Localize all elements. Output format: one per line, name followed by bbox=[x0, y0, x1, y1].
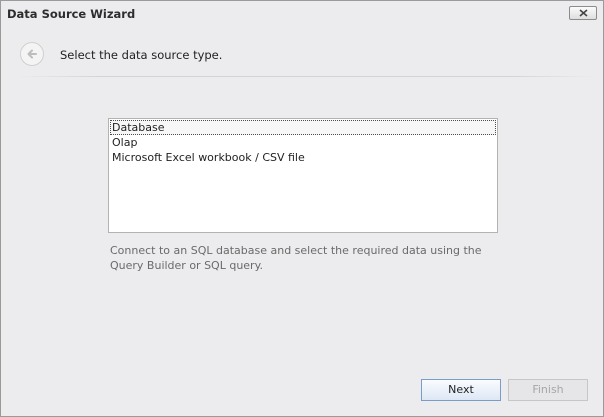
next-button[interactable]: Next bbox=[421, 379, 501, 401]
list-item-label: Olap bbox=[112, 136, 138, 149]
finish-button[interactable]: Finish bbox=[508, 379, 588, 401]
page-instruction: Select the data source type. bbox=[60, 48, 223, 62]
header-separator bbox=[15, 76, 595, 77]
title-bar[interactable]: Data Source Wizard bbox=[1, 1, 603, 27]
source-type-description: Connect to an SQL database and select th… bbox=[110, 244, 482, 272]
back-button[interactable] bbox=[20, 42, 44, 66]
close-button[interactable] bbox=[569, 6, 597, 20]
data-source-type-list[interactable]: Database Olap Microsoft Excel workbook /… bbox=[108, 118, 498, 233]
list-item-label: Microsoft Excel workbook / CSV file bbox=[112, 151, 305, 164]
list-item-excel-csv[interactable]: Microsoft Excel workbook / CSV file bbox=[109, 150, 497, 165]
window-title: Data Source Wizard bbox=[7, 7, 136, 21]
list-item-olap[interactable]: Olap bbox=[109, 135, 497, 150]
close-icon bbox=[579, 9, 588, 17]
list-item-database[interactable]: Database bbox=[110, 120, 496, 135]
arrow-left-icon bbox=[27, 49, 37, 59]
wizard-window: Data Source Wizard Select the data sourc… bbox=[0, 0, 604, 417]
list-item-label: Database bbox=[112, 121, 165, 134]
